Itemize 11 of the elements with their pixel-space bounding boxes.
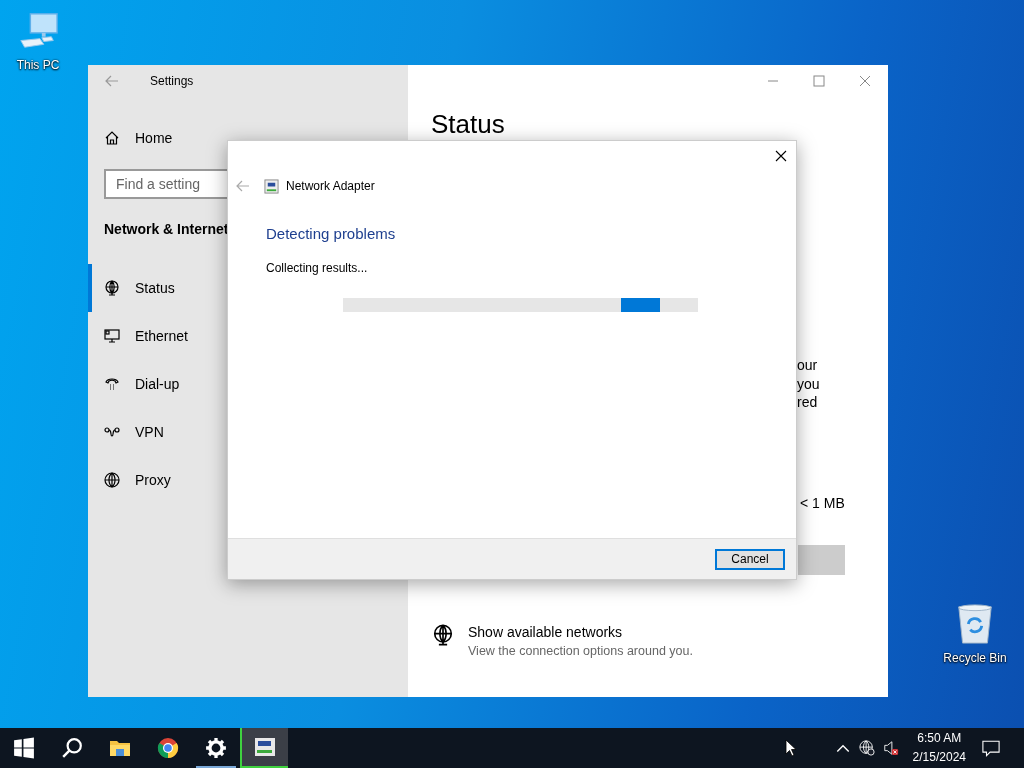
- partial-text: red: [797, 393, 819, 412]
- window-title: Settings: [150, 74, 194, 88]
- dialog-title: Network Adapter: [286, 179, 375, 193]
- partial-text: our: [797, 356, 819, 375]
- dialog-heading: Detecting problems: [266, 224, 397, 244]
- status-message: Collecting results...: [266, 260, 369, 276]
- data-usage-text: < 1 MB: [800, 493, 846, 512]
- section-heading: Network & Internet: [104, 221, 229, 239]
- partial-text: you: [797, 374, 821, 393]
- page-heading: Status: [431, 109, 505, 139]
- link-description: View the connection options around you.: [468, 642, 693, 660]
